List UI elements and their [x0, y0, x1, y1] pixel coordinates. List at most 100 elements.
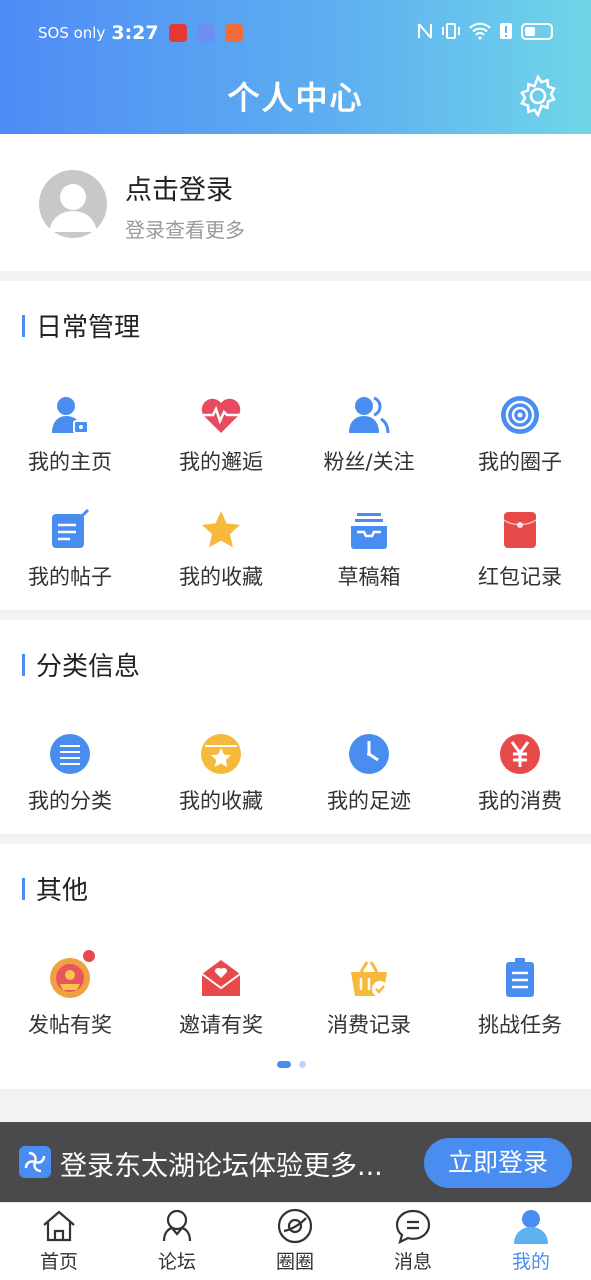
section-daily: 日常管理 我的主页 我的邂逅 粉丝/关注 我的圈子 我的帖子 我的收藏 草稿箱 … [0, 281, 591, 610]
grid-item-label: 消费记录 [327, 1013, 411, 1037]
battery-icon [521, 22, 553, 40]
yen-icon [500, 734, 540, 774]
grid-item-label: 我的主页 [28, 450, 112, 474]
section-title: 分类信息 [22, 646, 140, 683]
section-accent-bar [22, 877, 25, 900]
edit-note-icon [52, 508, 90, 548]
tab-forum[interactable]: 论坛 [118, 1207, 236, 1274]
tab-circles[interactable]: 圈圈 [236, 1207, 354, 1274]
section-accent-bar [22, 653, 25, 676]
followers-icon [349, 396, 390, 434]
grid-item-label: 我的足迹 [327, 789, 411, 813]
section-accent-bar [22, 314, 25, 337]
vibrate-icon [442, 23, 460, 39]
tab-mine[interactable]: 我的 [472, 1207, 590, 1274]
banner-text: 登录东太湖论坛体验更多... [60, 1151, 383, 1182]
grid-item-my-circles[interactable]: 我的圈子 [446, 393, 591, 476]
login-banner: 登录东太湖论坛体验更多... 立即登录 [0, 1122, 591, 1202]
grid-item-followers[interactable]: 粉丝/关注 [295, 393, 443, 476]
grid-item-label: 我的消费 [478, 789, 562, 813]
alert-icon [500, 23, 512, 39]
grid-item-label: 红包记录 [478, 565, 562, 589]
envelope-heart-icon [201, 960, 241, 996]
section-other: 其他 发帖有奖 邀请有奖 消费记录 挑战任务 [0, 844, 591, 1089]
default-avatar-icon [49, 184, 97, 232]
grid-item-challenge-tasks[interactable]: 挑战任务 [446, 956, 591, 1039]
profile-icon [514, 1210, 548, 1244]
red-envelope-icon [503, 512, 537, 548]
grid-item-classified-favorites[interactable]: 我的收藏 [147, 732, 295, 815]
page-title: 个人中心 [227, 79, 364, 117]
grid-item-my-encounters[interactable]: 我的邂逅 [147, 393, 295, 476]
grid-item-label: 我的分类 [28, 789, 112, 813]
bottom-tab-bar: 首页 论坛 圈圈 消息 我的 [0, 1202, 591, 1280]
section-title-text: 其他 [36, 876, 89, 906]
home-icon [43, 1210, 75, 1242]
grid-item-label: 粉丝/关注 [323, 450, 415, 474]
login-card[interactable]: 点击登录 登录查看更多 [0, 134, 591, 271]
login-subtitle: 登录查看更多 [125, 218, 245, 242]
star-icon [202, 511, 240, 548]
heartbeat-icon [201, 398, 241, 433]
grid-item-label: 我的收藏 [179, 565, 263, 589]
tab-label: 消息 [393, 1251, 432, 1273]
grid-item-my-classifieds[interactable]: 我的分类 [0, 732, 144, 815]
section-title-text: 日常管理 [36, 313, 141, 343]
grid-item-drafts[interactable]: 草稿箱 [295, 508, 443, 591]
grid-item-label: 我的邂逅 [179, 450, 263, 474]
grid-item-my-homepage[interactable]: 我的主页 [0, 393, 144, 476]
grid-item-label: 我的圈子 [478, 450, 562, 474]
status-right [417, 22, 553, 40]
grid-item-label: 草稿箱 [337, 565, 401, 589]
grid-item-label: 挑战任务 [478, 1013, 562, 1037]
inbox-tray-icon [351, 513, 387, 549]
grid-item-my-footprints[interactable]: 我的足迹 [295, 732, 443, 815]
tab-messages[interactable]: 消息 [354, 1207, 472, 1274]
avatar[interactable] [39, 170, 107, 238]
list-icon [50, 734, 90, 774]
grid-item-red-packets[interactable]: 红包记录 [446, 508, 591, 591]
nfc-icon [418, 23, 432, 39]
clock-icon [349, 734, 389, 774]
clock-text: 3:27 [111, 22, 159, 44]
star-box-icon [201, 734, 241, 774]
grid-item-label: 我的帖子 [28, 565, 112, 589]
download-icon [224, 24, 243, 42]
section-title-text: 分类信息 [36, 652, 141, 682]
app-notification-icon [196, 24, 215, 42]
grid-item-post-reward[interactable]: 发帖有奖 [0, 950, 144, 1039]
app-logo-icon [19, 1146, 51, 1178]
login-title[interactable]: 点击登录 [125, 168, 233, 207]
grid-item-my-posts[interactable]: 我的帖子 [0, 508, 144, 591]
circle-planet-icon [277, 1208, 313, 1244]
clipboard-icon [506, 958, 534, 997]
header-bar: SOS only 3:27 个人中心 [0, 0, 591, 134]
login-now-button[interactable]: 立即登录 [424, 1138, 572, 1188]
tab-label: 我的 [511, 1251, 550, 1273]
page-indicator [277, 1061, 306, 1068]
grid-item-my-favorites[interactable]: 我的收藏 [147, 508, 295, 591]
grid-item-label: 我的收藏 [179, 789, 263, 813]
user-card-icon [52, 397, 89, 434]
notification-dot [83, 950, 95, 962]
app-notification-icon [168, 24, 187, 42]
page-dot [299, 1061, 306, 1068]
grid-item-invite-reward[interactable]: 邀请有奖 [147, 956, 295, 1039]
grid-item-label: 邀请有奖 [179, 1013, 263, 1037]
reward-icon [50, 950, 95, 998]
grid-item-spending-records[interactable]: 消费记录 [295, 956, 443, 1039]
section-classified: 分类信息 我的分类 我的收藏 我的足迹 我的消费 [0, 620, 591, 834]
tab-label: 首页 [39, 1251, 78, 1273]
wifi-icon [469, 22, 491, 40]
page-dot-active [277, 1061, 291, 1068]
gear-icon[interactable] [516, 74, 560, 118]
tab-home[interactable]: 首页 [0, 1207, 118, 1274]
carrier-text: SOS only [38, 24, 106, 42]
forum-icon [162, 1209, 192, 1242]
status-left: SOS only 3:27 [38, 22, 243, 44]
status-bar: SOS only 3:27 [0, 0, 591, 66]
tab-label: 论坛 [157, 1251, 196, 1273]
section-title: 其他 [22, 870, 88, 907]
grid-item-my-spending[interactable]: 我的消费 [446, 732, 591, 815]
tab-label: 圈圈 [275, 1251, 314, 1273]
